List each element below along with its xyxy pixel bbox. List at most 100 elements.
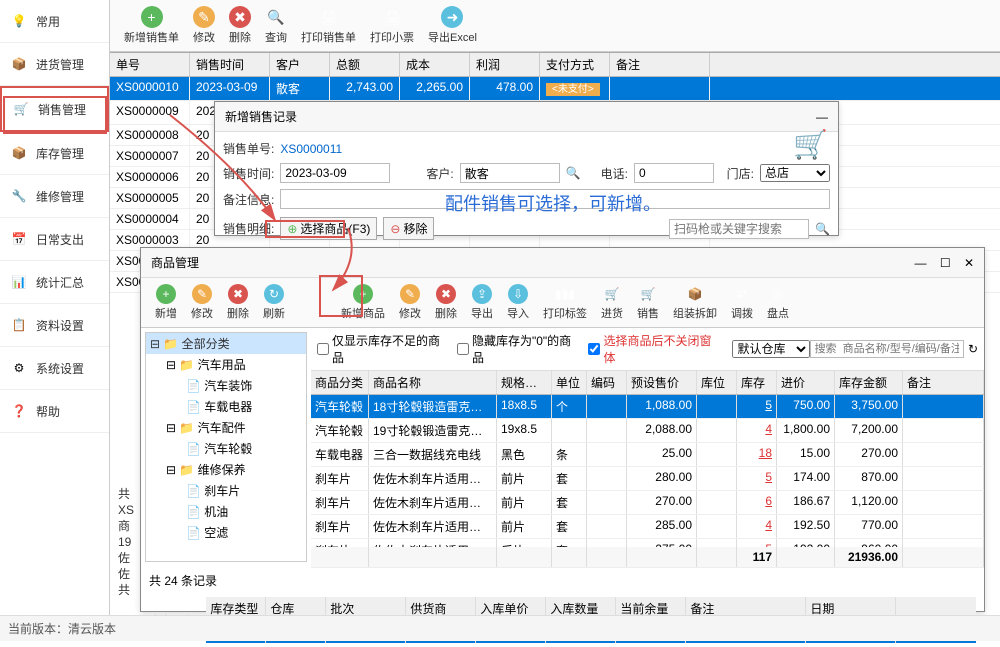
opt-keep-open[interactable]: 选择商品后不关闭窗体 [588, 332, 718, 366]
tree-leaf[interactable]: 📄 刹车片 [146, 480, 306, 501]
prod-tb-修改[interactable]: ✎修改 [185, 282, 219, 323]
product-row[interactable]: 刹车片佐佐木刹车片适用于丰...前片套270.006186.671,120.00 [311, 491, 984, 515]
col-header[interactable]: 备注 [610, 53, 710, 76]
tree-node[interactable]: ⊟ 📁 汽车配件 [146, 417, 306, 438]
record-count: 共 24 条记录 [149, 572, 217, 589]
category-tree[interactable]: ⊟ 📁 全部分类⊟ 📁 汽车用品📄 汽车装饰📄 车载电器⊟ 📁 汽车配件📄 汽车… [145, 332, 307, 562]
prod-tb-调拨[interactable]: ⇄调拨 [725, 282, 759, 323]
prod-tb-销售[interactable]: 🛒销售 [631, 282, 665, 323]
product-row[interactable]: 刹车片佐佐木刹车片适用于丰...前片套280.005174.00870.00 [311, 467, 984, 491]
product-row[interactable]: 汽车轮毂19寸轮毂锻造雷克萨斯...19x8.52,088.0041,800.0… [311, 419, 984, 443]
product-row[interactable]: 刹车片佐佐木刹车片适用于大...前片套285.004192.50770.00 [311, 515, 984, 539]
toolbar-icon: ⇩ [508, 284, 528, 304]
tel-input[interactable] [634, 163, 714, 183]
toolbar-icon: ✖ [229, 6, 251, 28]
col-header[interactable]: 编码 [587, 371, 627, 394]
col-header[interactable]: 成本 [400, 53, 470, 76]
sidebar-label: 销售管理 [38, 101, 86, 118]
col-header[interactable]: 商品名称 [369, 371, 497, 394]
maximize-icon[interactable]: ☐ [940, 256, 951, 270]
prod-tb-修改[interactable]: ✎修改 [393, 282, 427, 323]
opt-low-stock[interactable]: 仅显示库存不足的商品 [317, 332, 447, 366]
prod-tb-打印标签[interactable]: ▮▮▮打印标签 [537, 282, 593, 323]
remark-label: 备注信息: [223, 191, 274, 208]
refresh-icon[interactable]: ↻ [968, 342, 978, 356]
sidebar-item-9[interactable]: ❓帮助 [0, 390, 109, 433]
prod-tb-组装拆卸[interactable]: 📦组装拆卸 [667, 282, 723, 323]
tree-leaf[interactable]: 📄 机油 [146, 501, 306, 522]
plus-icon: ⊕ [287, 222, 297, 236]
tree-leaf[interactable]: 📄 车载电器 [146, 396, 306, 417]
toolbar-打印销售单[interactable]: 🖨打印销售单 [295, 4, 362, 47]
col-header[interactable]: 库位 [697, 371, 737, 394]
toolbar-打印小票[interactable]: 🖨打印小票 [364, 4, 420, 47]
col-header[interactable]: 支付方式 [540, 53, 610, 76]
product-row[interactable]: 刹车片佐佐木刹车片适用于大...后片套275.005192.00960.00 [311, 539, 984, 547]
product-dialog-title: 商品管理 [151, 254, 199, 271]
col-header[interactable]: 客户 [270, 53, 330, 76]
product-row[interactable]: 汽车轮毂18寸轮毂锻造雷克萨斯...18x8.5个1,088.005750.00… [311, 395, 984, 419]
tree-leaf[interactable]: 📄 汽车轮毂 [146, 438, 306, 459]
customer-input[interactable] [460, 163, 560, 183]
col-header[interactable]: 总额 [330, 53, 400, 76]
sidebar-label: 资料设置 [36, 317, 84, 334]
sidebar-item-0[interactable]: 💡常用 [0, 0, 109, 43]
prod-tb-删除[interactable]: ✖删除 [221, 282, 255, 323]
prod-tb-进货[interactable]: 🛒进货 [595, 282, 629, 323]
prod-tb-新增商品[interactable]: +新增商品 [335, 282, 391, 323]
barcode-search-input[interactable] [669, 219, 809, 239]
close-icon[interactable]: ✕ [964, 256, 974, 270]
prod-tb-刷新[interactable]: ↻刷新 [257, 282, 291, 323]
minimize-icon[interactable]: — [816, 110, 828, 124]
prod-tb-盘点[interactable]: ◎盘点 [761, 282, 795, 323]
sidebar-item-8[interactable]: ⚙系统设置 [0, 347, 109, 390]
sales-row[interactable]: XS00000102023-03-09散客2,743.002,265.00478… [110, 77, 1000, 101]
product-row[interactable]: 车载电器三合一数据线充电线黑色条25.001815.00270.00 [311, 443, 984, 467]
col-header[interactable]: 销售时间 [190, 53, 270, 76]
sidebar-item-3[interactable]: 📦库存管理 [0, 132, 109, 175]
col-header[interactable]: 进价 [777, 371, 835, 394]
toolbar-修改[interactable]: ✎修改 [187, 4, 221, 47]
tree-node[interactable]: ⊟ 📁 维修保养 [146, 459, 306, 480]
prod-tb-导入[interactable]: ⇩导入 [501, 282, 535, 323]
tree-root[interactable]: ⊟ 📁 全部分类 [146, 333, 306, 354]
col-header[interactable]: 利润 [470, 53, 540, 76]
warehouse-select[interactable]: 默认仓库 [732, 340, 809, 358]
col-header[interactable]: 库存 [737, 371, 777, 394]
col-header[interactable]: 预设售价 [627, 371, 697, 394]
col-header[interactable]: 规格型号 [497, 371, 552, 394]
search-icon[interactable]: 🔍 [566, 166, 581, 180]
sidebar-item-4[interactable]: 🔧维修管理 [0, 175, 109, 218]
search-icon[interactable]: 🔍 [815, 222, 830, 236]
tree-node[interactable]: ⊟ 📁 汽车用品 [146, 354, 306, 375]
tree-leaf[interactable]: 📄 汽车装饰 [146, 375, 306, 396]
sidebar-item-6[interactable]: 📊统计汇总 [0, 261, 109, 304]
sales-time-input[interactable] [280, 163, 390, 183]
prod-tb-导出[interactable]: ⇪导出 [465, 282, 499, 323]
toolbar-导出Excel[interactable]: ➜导出Excel [422, 4, 483, 47]
sidebar-item-2[interactable]: 🛒销售管理 [0, 86, 109, 132]
col-header[interactable]: 备注 [903, 371, 984, 394]
col-header[interactable]: 库存金额 [835, 371, 903, 394]
main-toolbar: +新增销售单✎修改✖删除🔍查询🖨打印销售单🖨打印小票➜导出Excel [110, 0, 1000, 52]
opt-hide-zero[interactable]: 隐藏库存为"0"的商品 [457, 332, 579, 366]
store-label: 门店: [727, 165, 754, 182]
new-sales-dialog: 新增销售记录 🛒 — 销售单号: XS0000011 销售时间: 客户: 🔍 电… [214, 101, 839, 236]
toolbar-查询[interactable]: 🔍查询 [259, 4, 293, 47]
minimize-icon[interactable]: — [914, 256, 926, 270]
toolbar-新增销售单[interactable]: +新增销售单 [118, 4, 185, 47]
store-select[interactable]: 总店 [760, 164, 830, 182]
prod-tb-新增[interactable]: +新增 [149, 282, 183, 323]
sidebar-item-1[interactable]: 📦进货管理 [0, 43, 109, 86]
col-header[interactable]: 商品分类 [311, 371, 369, 394]
toolbar-删除[interactable]: ✖删除 [223, 4, 257, 47]
col-header[interactable]: 单位 [552, 371, 587, 394]
remove-button[interactable]: ⊖ 移除 [383, 217, 434, 240]
prod-tb-删除[interactable]: ✖删除 [429, 282, 463, 323]
pick-product-button[interactable]: ⊕ 选择商品(F3) [280, 217, 377, 240]
product-search-input[interactable] [810, 340, 964, 358]
sidebar-item-7[interactable]: 📋资料设置 [0, 304, 109, 347]
tree-leaf[interactable]: 📄 空滤 [146, 522, 306, 543]
col-header[interactable]: 单号 [110, 53, 190, 76]
sidebar-item-5[interactable]: 📅日常支出 [0, 218, 109, 261]
